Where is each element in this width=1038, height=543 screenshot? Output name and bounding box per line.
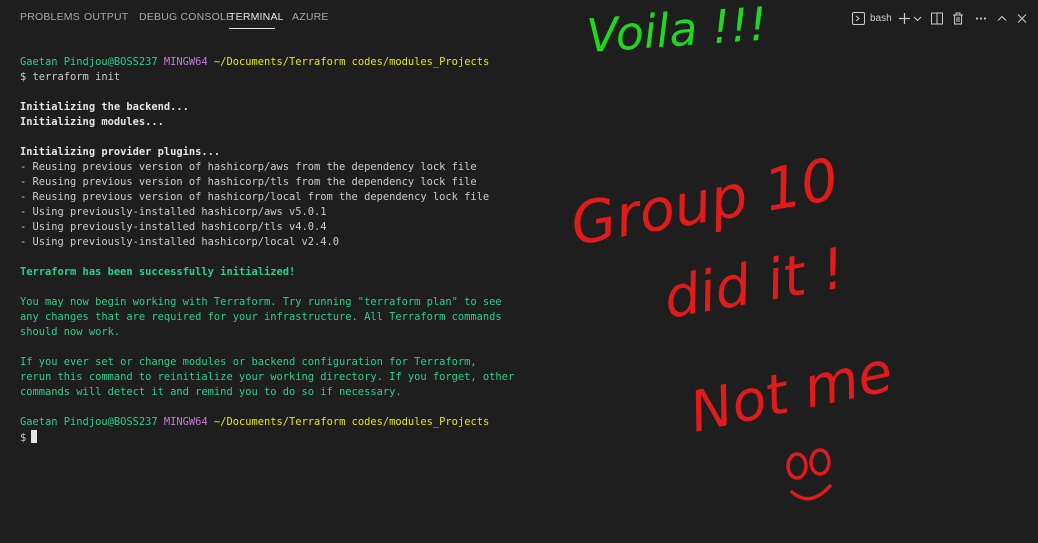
more-icon [975,16,987,20]
new-terminal-button[interactable] [898,8,911,28]
prompt-user: Gaetan Pindjou@BOSS237 [20,416,158,428]
prompt-path: ~/Documents/Terraform codes/modules_Proj… [213,56,490,68]
did-it-annotation: did it ! [659,236,850,332]
shell-name: bash [870,12,892,24]
command-line: $ terraform init [20,71,121,83]
tab-azure[interactable]: AZURE [292,11,329,23]
init-modules-line: Initializing modules... [20,116,164,128]
tab-problems[interactable]: PROBLEMS [20,11,80,23]
kill-terminal-button[interactable] [952,8,964,28]
terminal-output[interactable]: Gaetan Pindjou@BOSS237 MINGW64 ~/Documen… [20,55,580,445]
chevron-up-icon [997,15,1007,21]
more-actions-button[interactable] [975,8,987,28]
plugin-line: - Reusing previous version of hashicorp/… [20,161,477,173]
active-tab-indicator [229,28,275,29]
info-line: You may now begin working with Terraform… [20,296,502,308]
smiley-face-drawing [786,448,832,501]
plugin-line: - Using previously-installed hashicorp/t… [20,221,327,233]
prompt-env: MINGW64 [163,56,208,68]
tab-terminal[interactable]: TERMINAL [229,11,284,23]
prompt-line: Gaetan Pindjou@BOSS237 MINGW64 ~/Documen… [20,55,580,70]
maximize-panel-button[interactable] [996,8,1008,28]
prompt-path: ~/Documents/Terraform codes/modules_Proj… [213,416,490,428]
terminal-icon [852,11,865,25]
trash-icon [953,12,963,24]
success-message: Terraform has been successfully initiali… [20,266,296,278]
split-icon [931,12,943,24]
info-line: If you ever set or change modules or bac… [20,356,477,368]
init-backend-line: Initializing the backend... [20,101,189,113]
plugin-line: - Using previously-installed hashicorp/l… [20,236,340,248]
input-line[interactable]: $ [20,430,580,445]
plugin-line: - Reusing previous version of hashicorp/… [20,176,477,188]
text-cursor [31,430,38,443]
shell-selector-button[interactable]: bash [852,8,892,28]
plus-icon [899,12,910,24]
info-line: commands will detect it and remind you t… [20,386,402,398]
plugin-line: - Using previously-installed hashicorp/a… [20,206,327,218]
launch-profile-button[interactable] [913,8,922,28]
prompt-line: Gaetan Pindjou@BOSS237 MINGW64 ~/Documen… [20,415,580,430]
info-line: should now work. [20,326,121,338]
tab-output[interactable]: OUTPUT [84,11,128,23]
close-panel-button[interactable] [1016,8,1028,28]
prompt-env: MINGW64 [163,416,208,428]
close-icon [1017,13,1027,23]
init-plugins-line: Initializing provider plugins... [20,146,221,158]
chevron-down-icon [913,16,922,21]
not-me-annotation: Not me [684,340,898,446]
info-line: any changes that are required for your i… [20,311,502,323]
prompt-user: Gaetan Pindjou@BOSS237 [20,56,158,68]
group-annotation: Group 10 [566,145,844,259]
panel-tab-bar: PROBLEMS OUTPUT DEBUG CONSOLE TERMINAL A… [0,0,1038,34]
plugin-line: - Reusing previous version of hashicorp/… [20,191,490,203]
info-line: rerun this command to reinitialize your … [20,371,515,383]
split-terminal-button[interactable] [931,8,943,28]
prompt-symbol: $ [20,432,27,444]
tab-debug-console[interactable]: DEBUG CONSOLE [139,11,233,23]
